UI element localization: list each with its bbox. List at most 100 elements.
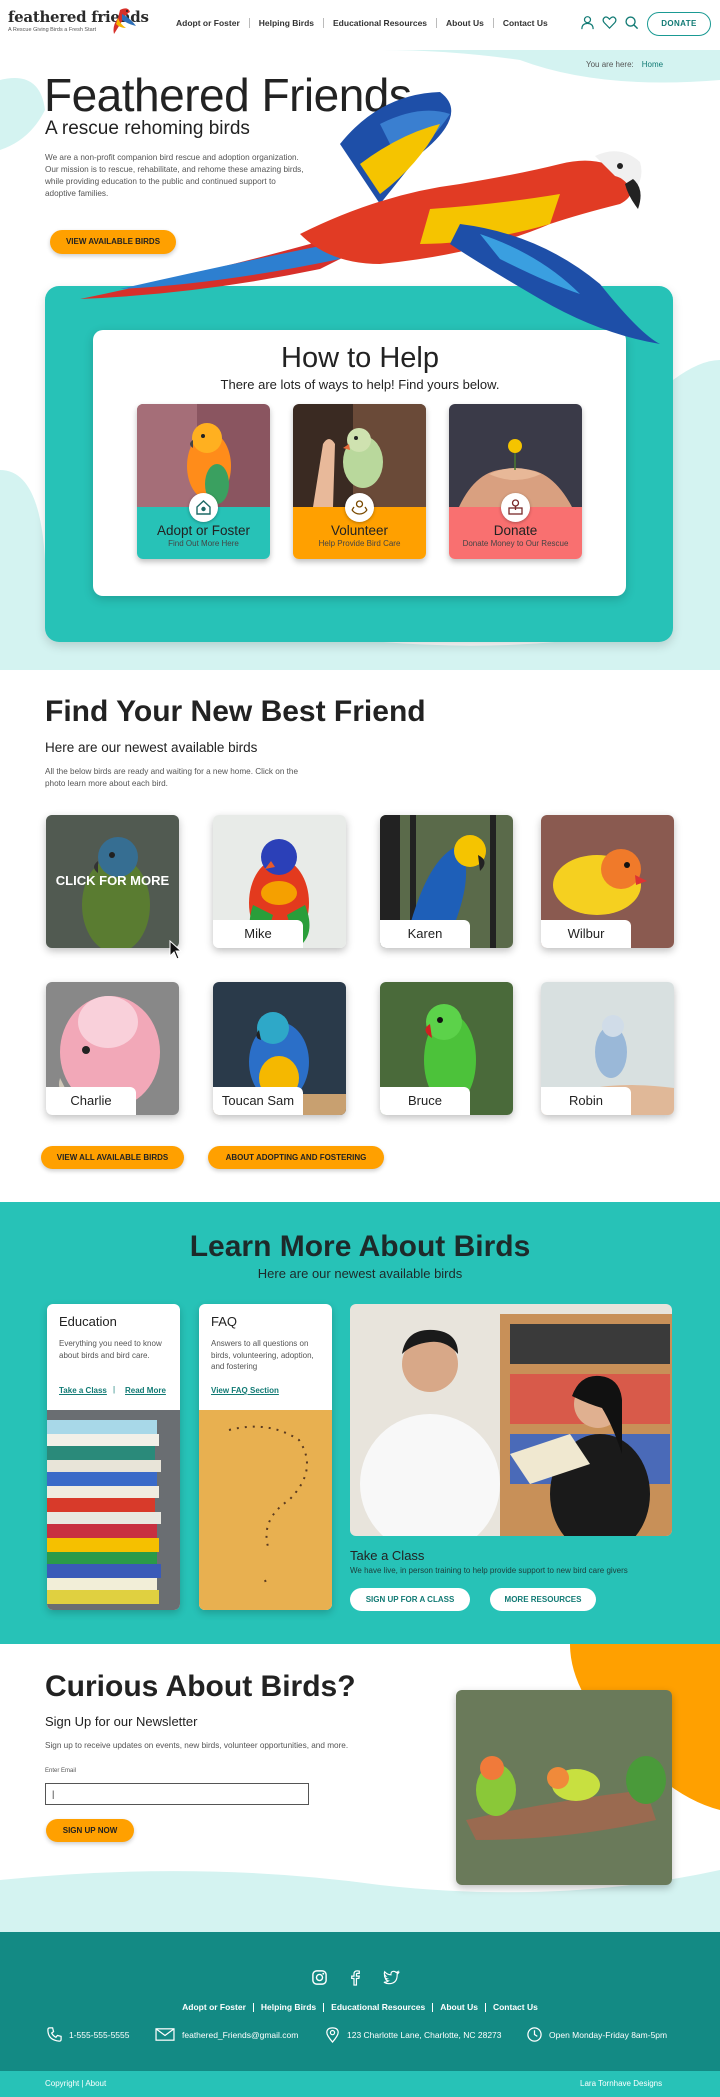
footer-email[interactable]: feathered_Friends@gmail.com (154, 2026, 298, 2043)
newsletter-description: Sign up to receive updates on events, ne… (45, 1741, 349, 1750)
bird-name: Mike (213, 920, 303, 948)
breadcrumb-home[interactable]: Home (642, 60, 663, 69)
footer-nav-contact-us[interactable]: Contact Us (486, 2003, 545, 2012)
designer-credit: Lara Tornhave Designs (580, 2079, 663, 2088)
sign-up-class-button[interactable]: SIGN UP FOR A CLASS (350, 1588, 470, 1611)
bird-name: Wilbur (541, 920, 631, 948)
lovebirds-hand-photo (456, 1690, 672, 1885)
view-all-birds-button[interactable]: VIEW ALL AVAILABLE BIRDS (41, 1146, 184, 1169)
nav-educational-resources[interactable]: Educational Resources (324, 18, 438, 28)
email-address: feathered_Friends@gmail.com (182, 2029, 299, 2040)
facebook-icon[interactable] (347, 1969, 364, 1986)
take-a-class-link[interactable]: Take a Class (59, 1386, 107, 1395)
education-card: Education Everything you need to know ab… (47, 1304, 180, 1610)
donate-box-icon (501, 493, 530, 522)
location-pin-icon (326, 2027, 339, 2043)
bird-name: Robin (541, 1087, 631, 1115)
class-photo (350, 1304, 672, 1536)
help-subtitle: There are lots of ways to help! Find you… (220, 377, 500, 392)
user-icon[interactable] (580, 15, 595, 30)
donate-button[interactable]: DONATE (647, 12, 711, 36)
street-address: 123 Charlotte Lane, Charlotte, NC 28273 (347, 2029, 502, 2040)
mouse-cursor-icon (169, 940, 183, 960)
find-friend-subtitle: Here are our newest available birds (45, 740, 258, 755)
view-faq-link[interactable]: View FAQ Section (211, 1386, 279, 1395)
help-card-footer: Volunteer Help Provide Bird Care (293, 493, 426, 559)
social-links (311, 1969, 400, 1986)
take-class-description: We have live, in person training to help… (350, 1566, 628, 1575)
about-adopting-button[interactable]: ABOUT ADOPTING AND FOSTERING (208, 1146, 384, 1169)
education-description: Everything you need to know about birds … (59, 1339, 162, 1360)
help-card-sub: Donate Money to Our Rescue (462, 539, 569, 548)
find-friend-title: Find Your New Best Friend (45, 695, 426, 728)
click-for-more-overlay[interactable]: CLICK FOR MORE (46, 815, 179, 948)
bird-card[interactable]: Bruce (380, 982, 513, 1115)
footer-nav-helping-birds[interactable]: Helping Birds (254, 2003, 325, 2012)
education-title: Education (59, 1314, 117, 1329)
footer-nav-adopt-foster[interactable]: Adopt or Foster (175, 2003, 254, 2012)
mail-icon (155, 2028, 175, 2041)
bird-card[interactable]: CLICK FOR MORE (46, 815, 179, 948)
conure-photo (137, 404, 270, 507)
footer-hours: Open Monday-Friday 8am-5pm (526, 2026, 667, 2043)
footer-nav-about-us[interactable]: About Us (433, 2003, 486, 2012)
helping-hands-icon (345, 493, 374, 522)
nav-contact-us[interactable]: Contact Us (494, 18, 557, 28)
email-label: Enter Email (45, 1768, 77, 1774)
help-card-footer: Adopt or Foster Find Out More Here (137, 493, 270, 559)
clock-icon (527, 2027, 542, 2042)
help-card-donate[interactable]: Donate Donate Money to Our Rescue (449, 404, 582, 559)
twitter-icon[interactable] (383, 1969, 400, 1986)
bird-card[interactable]: Toucan Sam (213, 982, 346, 1115)
phone-icon (47, 2027, 62, 2042)
books-stack-image (47, 1410, 180, 1610)
bird-name: Toucan Sam (213, 1087, 303, 1115)
bird-card[interactable]: Charlie (46, 982, 179, 1115)
bird-card[interactable]: Mike (213, 815, 346, 948)
faq-description: Answers to all questions on birds, volun… (211, 1339, 314, 1371)
footer-phone[interactable]: 1-555-555-5555 (46, 2026, 130, 2043)
bird-card[interactable]: Wilbur (541, 815, 674, 948)
bird-card[interactable]: Robin (541, 982, 674, 1115)
help-card-adopt-foster[interactable]: Adopt or Foster Find Out More Here (137, 404, 270, 559)
bird-name: Charlie (46, 1087, 136, 1115)
bird-card[interactable]: Karen (380, 815, 513, 948)
email-field[interactable]: | (45, 1783, 309, 1805)
learn-title: Learn More About Birds (189, 1230, 531, 1263)
newsletter-title: Curious About Birds? (45, 1670, 356, 1703)
logo-bird-icon (113, 8, 136, 34)
help-card-volunteer[interactable]: Volunteer Help Provide Bird Care (293, 404, 426, 559)
sign-up-now-button[interactable]: SIGN UP NOW (46, 1819, 134, 1842)
header-icons (580, 15, 639, 30)
footer-nav: Adopt or Foster Helping Birds Educationa… (0, 2003, 720, 2012)
breadcrumb-prefix: You are here: (586, 60, 634, 69)
nav-about-us[interactable]: About Us (437, 18, 494, 28)
faq-card: FAQ Answers to all questions on birds, v… (199, 1304, 332, 1610)
find-friend-description: All the below birds are ready and waitin… (45, 767, 299, 788)
instagram-icon[interactable] (311, 1969, 328, 1986)
opening-hours: Open Monday-Friday 8am-5pm (549, 2029, 668, 2040)
flying-macaw-image (80, 92, 660, 344)
page: feathered friends A Rescue Giving Birds … (0, 0, 720, 2097)
footer-address[interactable]: 123 Charlotte Lane, Charlotte, NC 28273 (324, 2026, 502, 2043)
search-icon[interactable] (624, 15, 639, 30)
link-separator: | (113, 1385, 116, 1394)
help-card-footer: Donate Donate Money to Our Rescue (449, 493, 582, 559)
copyright-links[interactable]: Copyright | About (45, 2079, 106, 2088)
take-class-title: Take a Class (350, 1548, 425, 1563)
bird-name: Bruce (380, 1087, 470, 1115)
more-resources-button[interactable]: MORE RESOURCES (490, 1588, 596, 1611)
nav-helping-birds[interactable]: Helping Birds (250, 18, 325, 28)
newsletter-subtitle: Sign Up for our Newsletter (45, 1714, 198, 1729)
faq-title: FAQ (211, 1314, 238, 1329)
hands-flower-photo (449, 404, 582, 507)
phone-number: 1-555-555-5555 (69, 2029, 130, 2040)
site-header: feathered friends A Rescue Giving Birds … (0, 0, 720, 50)
heart-icon[interactable] (602, 15, 617, 30)
breadcrumb: You are here: Home (586, 60, 663, 69)
main-nav: Adopt or Foster Helping Birds Educationa… (167, 18, 557, 28)
nav-adopt-foster[interactable]: Adopt or Foster (167, 18, 250, 28)
footer-nav-educational-resources[interactable]: Educational Resources (324, 2003, 434, 2012)
read-more-link[interactable]: Read More (125, 1386, 166, 1395)
learn-subtitle: Here are our newest available birds (257, 1266, 463, 1281)
